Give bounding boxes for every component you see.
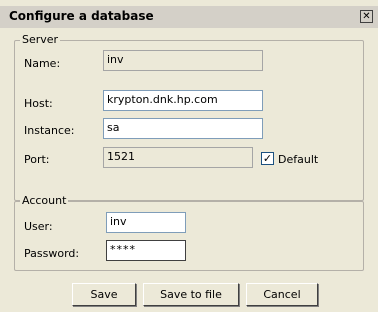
user-label: User: [24,220,53,233]
user-field[interactable]: inv [106,212,186,233]
port-label: Port: [24,153,50,166]
close-icon[interactable]: ✕ [360,10,373,23]
name-label: Name: [24,57,61,70]
title-bar: Configure a database ✕ [0,6,378,28]
server-legend: Server [20,33,61,46]
default-label[interactable]: Default [278,153,318,166]
dialog-title: Configure a database [9,9,154,23]
instance-label: Instance: [24,124,75,137]
cancel-button[interactable]: Cancel [246,283,318,306]
password-field[interactable]: **** [106,240,186,261]
account-legend: Account [20,194,69,207]
default-checkbox[interactable]: ✓ [261,152,274,165]
save-button[interactable]: Save [72,283,136,306]
configure-database-dialog: Configure a database ✕ Server Name: inv … [0,0,378,312]
host-label: Host: [24,97,53,110]
password-label: Password: [24,247,80,260]
account-group: Account [14,194,364,271]
save-to-file-button[interactable]: Save to file [143,283,239,306]
name-field: inv [103,50,263,71]
instance-field[interactable]: sa [103,118,263,139]
host-field[interactable]: krypton.dnk.hp.com [103,90,263,111]
port-field: 1521 [103,147,253,168]
